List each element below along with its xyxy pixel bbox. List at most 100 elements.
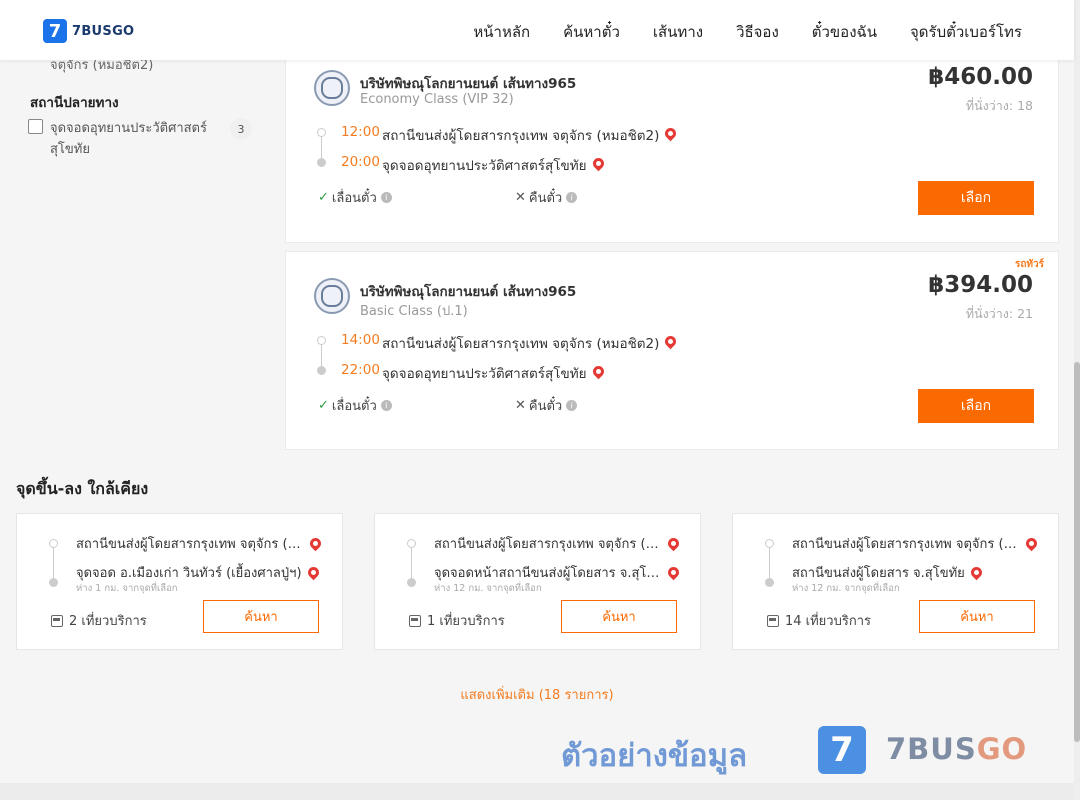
timeline-start-dot	[407, 539, 416, 548]
map-pin-icon[interactable]	[665, 564, 682, 581]
nearby-from: สถานีขนส่งผู้โดยสารกรุงเทพ จตุจักร (หมอช…	[792, 533, 1047, 554]
timeline-end-dot	[49, 578, 58, 587]
timeline-line	[769, 544, 770, 582]
seats-available: ที่นั่งว่าง: 21	[965, 306, 1033, 321]
watermark-brand-b: GO	[976, 732, 1028, 766]
trip-card: บริษัทพิษณุโลกยานยนต์ เส้นทาง965 Economy…	[285, 44, 1059, 243]
nearby-search-button[interactable]: ค้นหา	[203, 600, 319, 633]
nav-home[interactable]: หน้าหลัก	[473, 20, 530, 44]
select-trip-button[interactable]: เลือก	[918, 389, 1034, 423]
logo-text: 7BUSGO	[72, 23, 135, 39]
departure-stop: สถานีขนส่งผู้โดยสารกรุงเทพ จตุจักร (หมอช…	[382, 332, 679, 354]
map-pin-icon[interactable]	[663, 333, 679, 350]
nearby-to: จุดจอดหน้าสถานีขนส่งผู้โดยสาร จ.สุโขทัย	[434, 562, 689, 583]
nearby-from: สถานีขนส่งผู้โดยสารกรุงเทพ จตุจักร (หมอช…	[434, 533, 689, 554]
cross-icon: ✕	[515, 190, 526, 205]
departure-time: 12:00	[341, 124, 380, 140]
map-pin-icon[interactable]	[307, 535, 324, 552]
tour-badge: รถทัวร์	[1014, 259, 1044, 270]
departure-stop-name: สถานีขนส่งผู้โดยสารกรุงเทพ จตุจักร (หมอช…	[382, 128, 660, 144]
nearby-search-button[interactable]: ค้นหา	[561, 600, 677, 633]
nearby-card: สถานีขนส่งผู้โดยสารกรุงเทพ จตุจักร (หมอช…	[732, 513, 1059, 650]
nav-my-tickets[interactable]: ตั๋วของฉัน	[812, 20, 877, 44]
nearby-trip-count-label: 2 เที่ยวบริการ	[69, 614, 147, 629]
nearby-from-name: สถานีขนส่งผู้โดยสารกรุงเทพ จตุจักร (หมอช…	[76, 537, 304, 552]
map-pin-icon[interactable]	[665, 535, 682, 552]
change-ticket-policy: ✓ เลื่อนตั๋ว i	[318, 395, 392, 416]
timeline-line	[411, 544, 412, 582]
refund-policy: ✕ คืนตั๋ว i	[515, 187, 578, 208]
nearby-trip-count: 14 เที่ยวบริการ	[767, 610, 871, 631]
nav-routes[interactable]: เส้นทาง	[653, 20, 703, 44]
nearby-from-name: สถานีขนส่งผู้โดยสารกรุงเทพ จตุจักร (หมอช…	[792, 537, 1020, 552]
change-ticket-label: เลื่อนตั๋ว	[331, 191, 377, 206]
filter-label[interactable]: จุดจอดอุทยานประวัติศาสตร์สุโขทัย	[50, 118, 220, 160]
change-ticket-label: เลื่อนตั๋ว	[331, 399, 377, 414]
info-icon[interactable]: i	[566, 400, 578, 411]
timeline-start-dot	[49, 539, 58, 548]
map-pin-icon[interactable]	[305, 564, 321, 581]
departure-stop-name: สถานีขนส่งผู้โดยสารกรุงเทพ จตุจักร (หมอช…	[382, 336, 660, 352]
nearby-trip-count-label: 14 เที่ยวบริการ	[785, 614, 871, 629]
nav-ticket-pickup[interactable]: จุดรับตั๋วเบอร์โทร	[910, 20, 1022, 44]
arrival-stop: จุดจอดอุทยานประวัติศาสตร์สุโขทัย	[382, 154, 606, 176]
map-pin-icon[interactable]	[968, 564, 985, 581]
timeline-end-dot	[765, 578, 774, 587]
info-icon[interactable]: i	[380, 400, 392, 411]
top-header: 7 7BUSGO หน้าหลัก ค้นหาตั๋ว เส้นทาง วิธี…	[0, 0, 1074, 60]
brand-logo[interactable]: 7 7BUSGO	[43, 19, 134, 43]
nearby-to-name: จุดจอด อ.เมืองเก่า วินทัวร์ (เยื้องศาลปู…	[76, 566, 302, 581]
main-nav: หน้าหลัก ค้นหาตั๋ว เส้นทาง วิธีจอง ตั๋วข…	[473, 20, 1022, 44]
timeline-start-dot	[317, 336, 326, 345]
watermark-brand-a: 7BUS	[886, 732, 977, 766]
trip-card: รถทัวร์ บริษัทพิษณุโลกยานยนต์ เส้นทาง965…	[285, 251, 1059, 450]
timeline-start-dot	[317, 128, 326, 137]
nearby-to: จุดจอด อ.เมืองเก่า วินทัวร์ (เยื้องศาลปู…	[76, 562, 331, 583]
operator-name: บริษัทพิษณุโลกยานยนต์ เส้นทาง965	[360, 76, 577, 92]
bus-icon	[409, 614, 421, 627]
arrival-stop-name: จุดจอดอุทยานประวัติศาสตร์สุโขทัย	[382, 158, 587, 174]
select-trip-button[interactable]: เลือก	[918, 181, 1034, 215]
refund-label: คืนตั๋ว	[528, 399, 563, 414]
nearby-section-title: จุดขึ้น-ลง ใกล้เคียง	[16, 479, 149, 498]
info-icon[interactable]: i	[566, 192, 578, 203]
nav-search-tickets[interactable]: ค้นหาตั๋ว	[563, 20, 620, 44]
nav-how-to-book[interactable]: วิธีจอง	[736, 20, 779, 44]
watermark-logo-icon: 7	[818, 726, 866, 774]
map-pin-icon[interactable]	[1023, 535, 1040, 552]
nearby-card: สถานีขนส่งผู้โดยสารกรุงเทพ จตุจักร (หมอช…	[16, 513, 343, 650]
departure-time: 14:00	[341, 332, 380, 348]
nearby-search-button[interactable]: ค้นหา	[919, 600, 1035, 633]
timeline-line	[53, 544, 54, 582]
bus-class: Economy Class (VIP 32)	[360, 92, 514, 107]
bus-icon	[51, 614, 63, 627]
operator-logo-icon	[314, 278, 350, 314]
map-pin-icon[interactable]	[590, 363, 606, 380]
filter-count-badge: 3	[230, 118, 252, 140]
departure-stop: สถานีขนส่งผู้โดยสารกรุงเทพ จตุจักร (หมอช…	[382, 124, 679, 146]
show-more-link[interactable]: แสดงเพิ่มเติม (18 รายการ)	[0, 684, 1074, 705]
nearby-distance: ห่าง 1 กม. จากจุดที่เลือก	[76, 583, 178, 594]
bus-class: Basic Class (ป.1)	[360, 304, 468, 319]
check-icon: ✓	[318, 398, 329, 413]
arrival-time: 22:00	[341, 362, 380, 378]
nearby-trip-count: 1 เที่ยวบริการ	[409, 610, 505, 631]
scrollbar-thumb[interactable]	[1074, 362, 1080, 742]
arrival-time: 20:00	[341, 154, 380, 170]
map-pin-icon[interactable]	[663, 125, 679, 142]
arrival-stop-name: จุดจอดอุทยานประวัติศาสตร์สุโขทัย	[382, 366, 587, 382]
info-icon[interactable]: i	[380, 192, 392, 203]
nearby-trip-count-label: 1 เที่ยวบริการ	[427, 614, 505, 629]
timeline-end-dot	[317, 366, 326, 375]
filter-checkbox[interactable]	[28, 119, 43, 134]
sidebar-destination-title: สถานีปลายทาง	[30, 95, 119, 111]
nearby-from-name: สถานีขนส่งผู้โดยสารกรุงเทพ จตุจักร (หมอช…	[434, 537, 662, 552]
nearby-trip-count: 2 เที่ยวบริการ	[51, 610, 147, 631]
map-pin-icon[interactable]	[590, 155, 606, 172]
seats-available: ที่นั่งว่าง: 18	[965, 98, 1033, 113]
check-icon: ✓	[318, 190, 329, 205]
cross-icon: ✕	[515, 398, 526, 413]
bus-icon	[767, 614, 779, 627]
nearby-to-name: จุดจอดหน้าสถานีขนส่งผู้โดยสาร จ.สุโขทัย	[434, 566, 662, 581]
refund-policy: ✕ คืนตั๋ว i	[515, 395, 578, 416]
